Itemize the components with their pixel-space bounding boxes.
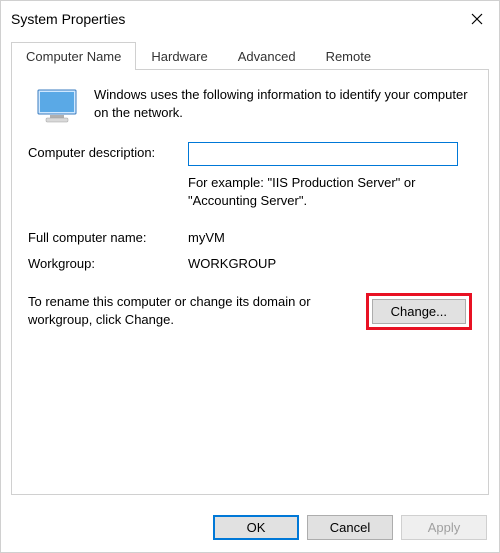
window-title: System Properties xyxy=(11,11,125,27)
tab-computer-name[interactable]: Computer Name xyxy=(11,42,136,70)
tab-strip: Computer Name Hardware Advanced Remote xyxy=(11,41,489,69)
change-button[interactable]: Change... xyxy=(372,299,466,324)
change-button-highlight: Change... xyxy=(366,293,472,330)
close-button[interactable] xyxy=(467,9,487,29)
intro-text: Windows uses the following information t… xyxy=(94,86,472,124)
system-properties-window: System Properties Computer Name Hardware… xyxy=(0,0,500,553)
computer-icon xyxy=(34,88,80,124)
apply-button[interactable]: Apply xyxy=(401,515,487,540)
fullname-value: myVM xyxy=(188,227,225,245)
description-row: Computer description: xyxy=(28,142,472,166)
fullname-label: Full computer name: xyxy=(28,227,188,245)
tab-remote[interactable]: Remote xyxy=(311,42,387,70)
workgroup-label: Workgroup: xyxy=(28,253,188,271)
cancel-button[interactable]: Cancel xyxy=(307,515,393,540)
description-label: Computer description: xyxy=(28,142,188,160)
titlebar: System Properties xyxy=(1,1,499,37)
ok-button[interactable]: OK xyxy=(213,515,299,540)
fullname-row: Full computer name: myVM xyxy=(28,227,472,245)
close-icon xyxy=(471,13,483,25)
tab-advanced[interactable]: Advanced xyxy=(223,42,311,70)
intro-row: Windows uses the following information t… xyxy=(28,86,472,124)
rename-row: To rename this computer or change its do… xyxy=(28,293,472,330)
workgroup-row: Workgroup: WORKGROUP xyxy=(28,253,472,271)
tab-hardware[interactable]: Hardware xyxy=(136,42,222,70)
tab-panel: Windows uses the following information t… xyxy=(11,69,489,495)
dialog-footer: OK Cancel Apply xyxy=(1,505,499,552)
description-input[interactable] xyxy=(188,142,458,166)
workgroup-value: WORKGROUP xyxy=(188,253,276,271)
description-example: For example: "IIS Production Server" or … xyxy=(188,174,472,209)
rename-text: To rename this computer or change its do… xyxy=(28,293,350,328)
